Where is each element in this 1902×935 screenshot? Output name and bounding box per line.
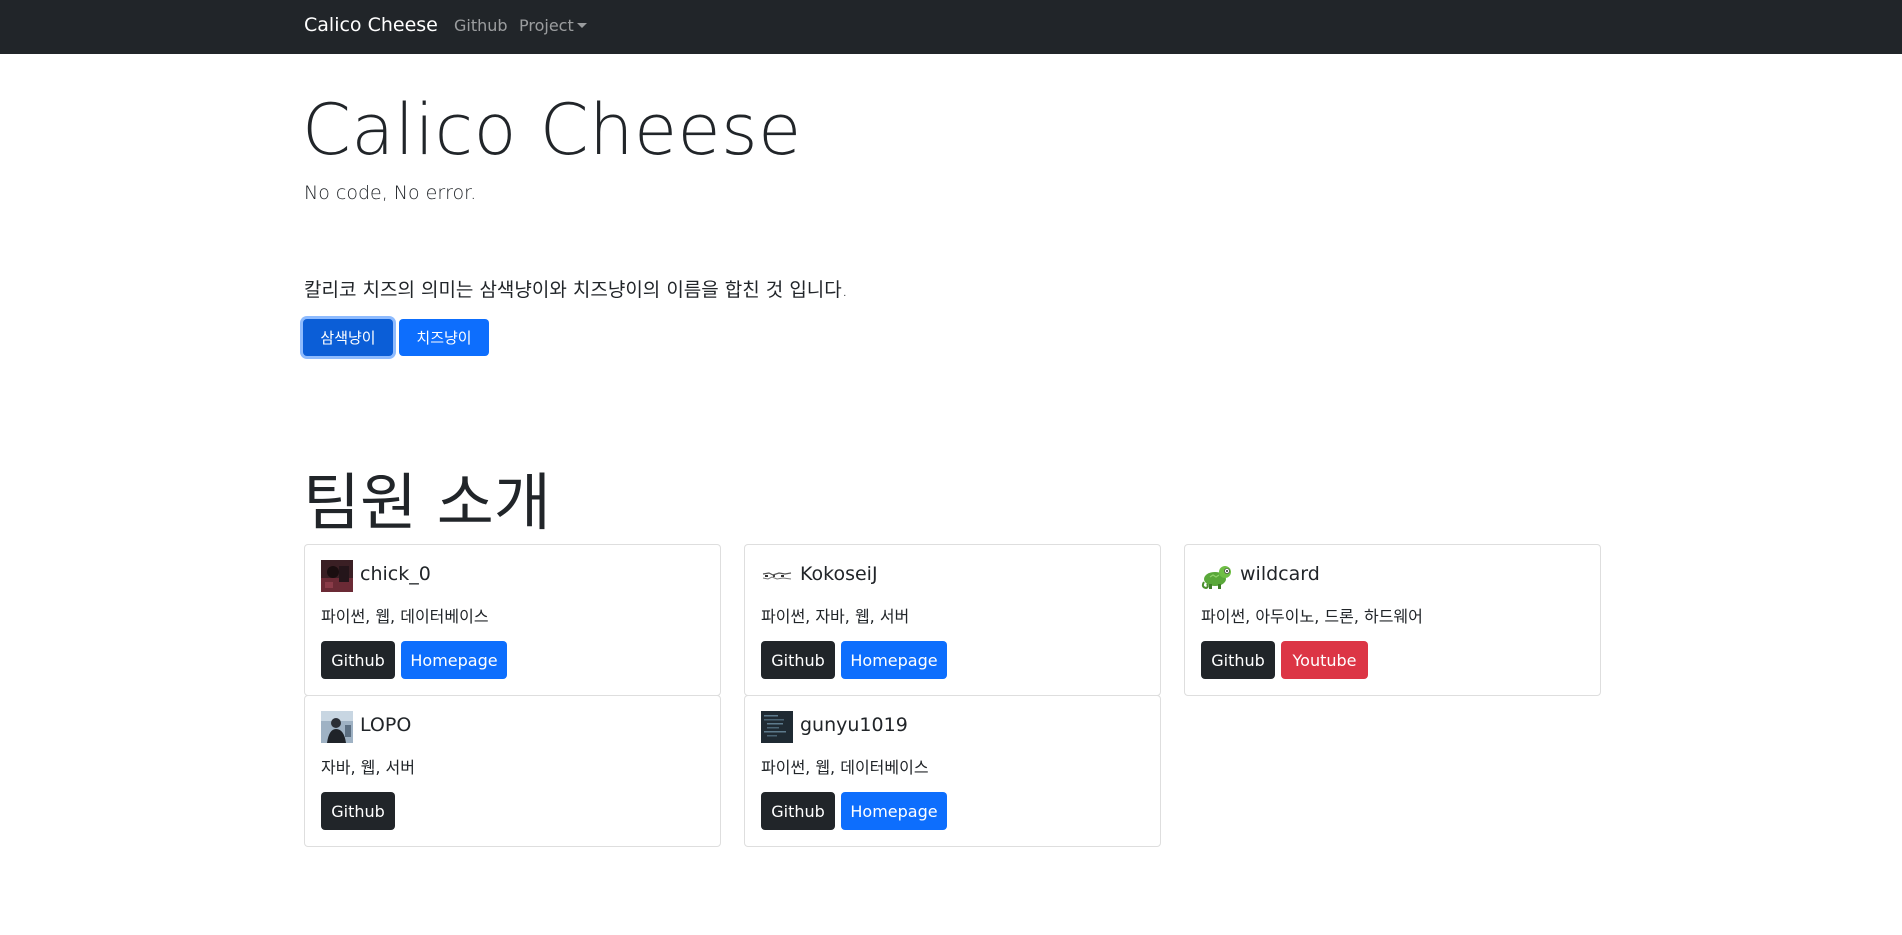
member-skills: 파이썬, 자바, 웹, 서버 <box>761 607 910 626</box>
navbar: Calico Cheese Github Project <box>0 0 1902 54</box>
calico-cat-button[interactable]: 삼색냥이 <box>303 319 393 356</box>
navbar-brand[interactable]: Calico Cheese <box>304 14 438 36</box>
member-name: LOPO <box>360 714 412 736</box>
github-button[interactable]: Github <box>761 641 835 679</box>
member-name: wildcard <box>1240 563 1320 585</box>
github-button[interactable]: Github <box>321 792 395 830</box>
member-name: KokoseiJ <box>800 563 878 585</box>
nav-dropdown-project[interactable]: Project <box>519 16 587 35</box>
team-section-title: 팀원 소개 <box>303 466 551 539</box>
homepage-button[interactable]: Homepage <box>401 641 507 679</box>
member-card-lopo: LOPO 자바, 웹, 서버 Github <box>304 695 721 847</box>
page-title: Calico Cheese <box>302 89 802 171</box>
member-skills: 파이썬, 웹, 데이터베이스 <box>321 607 489 626</box>
chameleon-avatar <box>1201 560 1233 592</box>
homepage-button[interactable]: Homepage <box>841 792 947 830</box>
sketch-avatar <box>761 560 793 592</box>
member-card-wildcard: wildcard 파이썬, 아두이노, 드론, 하드웨어 Github Yout… <box>1184 544 1601 696</box>
member-skills: 파이썬, 웹, 데이터베이스 <box>761 758 929 777</box>
homepage-button[interactable]: Homepage <box>841 641 947 679</box>
nav-dropdown-project-label: Project <box>519 16 574 35</box>
github-button[interactable]: Github <box>761 792 835 830</box>
hero-lead: No code, No error. <box>304 182 477 204</box>
member-card-gunyu1019: gunyu1019 파이썬, 웹, 데이터베이스 Github Homepage <box>744 695 1161 847</box>
member-skills: 자바, 웹, 서버 <box>321 758 415 777</box>
member-name: chick_0 <box>360 563 431 585</box>
cheese-cat-button[interactable]: 치즈냥이 <box>399 319 489 356</box>
caret-down-icon <box>576 23 587 28</box>
github-button[interactable]: Github <box>1201 641 1275 679</box>
github-button[interactable]: Github <box>321 641 395 679</box>
code-avatar <box>761 711 793 743</box>
member-card-chick0: chick_0 파이썬, 웹, 데이터베이스 Github Homepage <box>304 544 721 696</box>
member-skills: 파이썬, 아두이노, 드론, 하드웨어 <box>1201 607 1423 626</box>
nav-link-github[interactable]: Github <box>454 16 508 35</box>
name-meaning-text: 칼리코 치즈의 의미는 삼색냥이와 치즈냥이의 이름을 합친 것 입니다. <box>304 279 848 301</box>
member-card-kokoseij: KokoseiJ 파이썬, 자바, 웹, 서버 Github Homepage <box>744 544 1161 696</box>
photo-avatar <box>321 711 353 743</box>
youtube-button[interactable]: Youtube <box>1281 641 1368 679</box>
dark-photo-avatar <box>321 560 353 592</box>
member-name: gunyu1019 <box>800 714 908 736</box>
